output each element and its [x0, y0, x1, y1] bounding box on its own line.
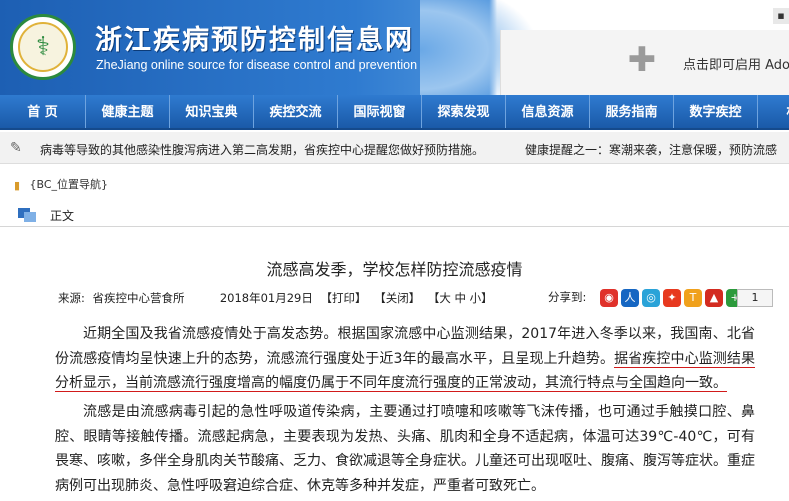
- douban-icon[interactable]: ▲: [705, 289, 723, 307]
- main-nav: 首 页 健康主题 知识宝典 疾控交流 国际视窗 探索发现 信息资源 服务指南 数…: [0, 95, 789, 130]
- qzone-icon[interactable]: ◎: [642, 289, 660, 307]
- tencent-weibo-icon[interactable]: ✦: [663, 289, 681, 307]
- source-label: 来源:: [58, 291, 85, 305]
- print-link[interactable]: 【打印】: [321, 291, 367, 305]
- nav-item-cdc-exchange[interactable]: 疾控交流: [254, 95, 338, 128]
- site-title: 浙江疾病预防控制信息网: [95, 25, 414, 56]
- article-paragraph-1: 近期全国及我省流感疫情处于高发态势。根据国家流感中心监测结果，2017年进入冬季…: [55, 322, 756, 396]
- renren-icon[interactable]: 人: [621, 289, 639, 307]
- share-count: 1: [735, 289, 773, 307]
- site-logo[interactable]: ⚕: [10, 14, 76, 80]
- ticker-item-1[interactable]: 病毒等导致的其他感染性腹泻病进入第二高发期，省疾控中心提醒您做好预防措施。: [40, 141, 484, 158]
- nav-item-organization[interactable]: 机构: [758, 95, 789, 128]
- nav-item-home[interactable]: 首 页: [0, 95, 86, 128]
- section-header: 正文: [0, 201, 789, 227]
- location-marker-icon: ▮: [14, 179, 21, 192]
- font-size-switch[interactable]: 【大 中 小】: [428, 291, 493, 305]
- kaixin-icon[interactable]: T: [684, 289, 702, 307]
- breadcrumb: ▮ {BC_位置导航}: [14, 176, 108, 192]
- nav-item-knowledge[interactable]: 知识宝典: [170, 95, 254, 128]
- nav-item-resources[interactable]: 信息资源: [506, 95, 590, 128]
- publish-date: 2018年01月29日: [219, 291, 313, 305]
- nav-item-international[interactable]: 国际视窗: [338, 95, 422, 128]
- site-subtitle: ZheJiang online source for disease contr…: [96, 58, 418, 72]
- nav-item-digital-cdc[interactable]: 数字疾控: [674, 95, 758, 128]
- windows-icon: [18, 206, 38, 222]
- breadcrumb-text: {BC_位置导航}: [29, 178, 109, 191]
- share-label: 分享到:: [548, 290, 587, 304]
- nav-item-service-guide[interactable]: 服务指南: [590, 95, 674, 128]
- article-meta: 来源: 省疾控中心营食所 2018年01月29日 【打印】 【关闭】 【大 中 …: [58, 290, 497, 306]
- plugin-enable-text[interactable]: 点击即可启用 Ado: [683, 54, 789, 73]
- article-title: 流感高发季，学校怎样防控流感疫情: [266, 260, 523, 279]
- puzzle-piece-icon: ✚: [627, 40, 657, 80]
- news-ticker: ✎ 病毒等导致的其他感染性腹泻病进入第二高发期，省疾控中心提醒您做好预防措施。 …: [0, 132, 789, 164]
- caduceus-icon: ⚕: [18, 22, 68, 72]
- share-icons: ◉ 人 ◎ ✦ T ▲ +: [600, 289, 744, 307]
- section-label: 正文: [50, 209, 75, 223]
- close-link[interactable]: 【关闭】: [374, 291, 420, 305]
- article-paragraph-2: 流感是由流感病毒引起的急性呼吸道传染病，主要通过打喷嚏和咳嗽等飞沫传播，也可通过…: [55, 404, 755, 494]
- notepad-icon: ✎: [10, 140, 22, 156]
- source-value: 省疾控中心营食所: [92, 291, 185, 305]
- nav-item-discovery[interactable]: 探索发现: [422, 95, 506, 128]
- nav-item-health-topics[interactable]: 健康主题: [86, 95, 170, 128]
- close-icon[interactable]: ▪: [773, 8, 789, 24]
- ticker-item-2[interactable]: 健康提醒之一：寒潮来袭，注意保暖，预防流感: [525, 141, 777, 158]
- weibo-icon[interactable]: ◉: [600, 289, 618, 307]
